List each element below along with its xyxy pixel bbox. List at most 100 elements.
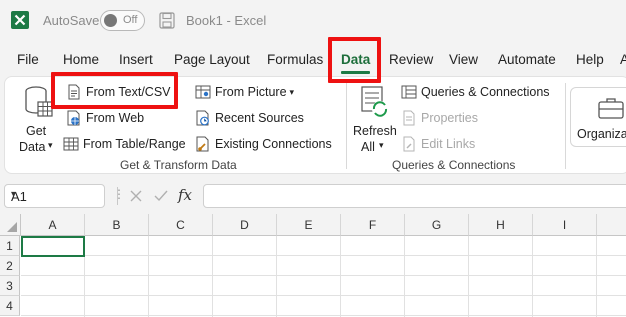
grid-row[interactable] <box>21 296 626 316</box>
formula-input[interactable] <box>203 184 626 208</box>
recent-sources-label: Recent Sources <box>215 111 304 125</box>
enter-icon[interactable] <box>154 189 168 203</box>
organization-data-type[interactable]: Organizat <box>570 87 626 147</box>
tab-automate[interactable]: Automate <box>498 52 556 67</box>
grid-line <box>404 236 405 317</box>
save-icon[interactable] <box>159 12 175 29</box>
grid-line <box>276 236 277 317</box>
row-header-1[interactable]: 1 <box>0 236 20 256</box>
active-cell[interactable] <box>21 236 85 257</box>
picture-icon <box>195 85 211 99</box>
column-header-e[interactable]: E <box>277 214 341 236</box>
refresh-all-button[interactable]: Refresh All ▾ <box>351 83 397 154</box>
existing-connections-label: Existing Connections <box>215 137 332 151</box>
formula-bar: A1 ▾ ⋮ fx <box>0 182 626 210</box>
get-data-label-2: Data <box>19 140 46 154</box>
formula-separator <box>117 187 118 205</box>
select-all-corner[interactable] <box>0 214 21 236</box>
from-table-range-label: From Table/Range <box>83 137 186 151</box>
tab-help[interactable]: Help <box>576 52 604 67</box>
highlight-data-tab <box>328 37 381 83</box>
chevron-down-icon: ▾ <box>379 140 384 150</box>
grid-row[interactable] <box>21 256 626 276</box>
properties-icon <box>403 110 415 126</box>
grid-row[interactable] <box>21 276 626 296</box>
tab-page-layout[interactable]: Page Layout <box>174 52 250 67</box>
document-title: Book1 - Excel <box>186 13 267 28</box>
web-page-icon <box>67 110 80 126</box>
chevron-down-icon: ▾ <box>289 86 295 97</box>
row-header-3[interactable]: 3 <box>0 276 20 296</box>
worksheet-grid: A B C D E F G H I 1 2 3 4 <box>0 214 626 317</box>
properties-label: Properties <box>421 111 478 125</box>
title-bar: AutoSave Off Book1 - Excel <box>0 0 626 42</box>
column-header-b[interactable]: B <box>85 214 149 236</box>
grid-line <box>532 236 533 317</box>
column-header-f[interactable]: F <box>341 214 405 236</box>
queries-group-label: Queries & Connections <box>392 158 516 172</box>
recent-sources-button[interactable]: Recent Sources <box>195 110 304 126</box>
column-header-d[interactable]: D <box>213 214 277 236</box>
group-separator <box>565 83 566 169</box>
queries-connections-label: Queries & Connections <box>421 85 550 99</box>
grid-line <box>468 236 469 317</box>
excel-logo-icon <box>11 11 29 29</box>
select-all-icon <box>7 222 17 232</box>
get-data-label: Get <box>26 124 47 138</box>
tab-home[interactable]: Home <box>63 52 99 67</box>
tab-view[interactable]: View <box>449 52 478 67</box>
autosave-toggle[interactable]: Off <box>100 10 145 31</box>
tab-formulas[interactable]: Formulas <box>267 52 323 67</box>
from-web-label: From Web <box>86 111 145 125</box>
tab-review[interactable]: Review <box>389 52 433 67</box>
database-icon <box>25 86 53 117</box>
row-header-2[interactable]: 2 <box>0 256 20 276</box>
chevron-down-icon: ▾ <box>11 189 17 200</box>
name-box[interactable]: A1 ▾ <box>4 184 105 208</box>
group-separator <box>346 83 347 169</box>
column-header-i[interactable]: I <box>533 214 597 236</box>
grid-line <box>340 236 341 317</box>
column-header-next[interactable] <box>597 214 626 236</box>
column-header-h[interactable]: H <box>469 214 533 236</box>
recent-sources-icon <box>196 110 209 126</box>
existing-connections-icon <box>196 136 209 152</box>
refresh-all-label-2: All <box>361 140 375 154</box>
refresh-icon <box>361 86 388 117</box>
from-picture-label: From Picture <box>215 85 287 99</box>
edit-links-icon <box>403 136 415 152</box>
column-header-g[interactable]: G <box>405 214 469 236</box>
tab-overflow[interactable]: A <box>620 52 626 67</box>
get-transform-group-label: Get & Transform Data <box>120 158 237 172</box>
drag-handle-icon[interactable]: ⋮ <box>113 187 125 201</box>
highlight-from-text-csv <box>51 72 178 109</box>
insert-function-icon[interactable]: fx <box>178 186 192 204</box>
from-picture-button[interactable]: From Picture ▾ <box>195 84 294 100</box>
properties-button[interactable]: Properties <box>401 110 478 126</box>
autosave-state: Off <box>123 14 138 26</box>
briefcase-icon <box>598 98 624 119</box>
cancel-icon[interactable] <box>129 189 143 203</box>
edit-links-button[interactable]: Edit Links <box>401 136 475 152</box>
row-header-4[interactable]: 4 <box>0 296 20 316</box>
table-icon <box>63 137 79 151</box>
column-header-a[interactable]: A <box>21 214 85 236</box>
column-header-c[interactable]: C <box>149 214 213 236</box>
organization-label: Organizat <box>577 127 626 141</box>
queries-icon <box>401 85 417 99</box>
autosave-label: AutoSave <box>43 13 100 28</box>
edit-links-label: Edit Links <box>421 137 476 151</box>
chevron-down-icon: ▾ <box>48 140 53 150</box>
grid-row[interactable] <box>21 236 626 256</box>
tab-insert[interactable]: Insert <box>119 52 153 67</box>
from-web-button[interactable]: From Web <box>66 110 144 126</box>
refresh-all-label: Refresh <box>353 124 397 138</box>
grid-line <box>596 236 597 317</box>
tab-file[interactable]: File <box>17 52 39 67</box>
from-table-range-button[interactable]: From Table/Range <box>63 136 186 152</box>
toggle-knob <box>104 14 117 27</box>
grid-line <box>148 236 149 317</box>
grid-line <box>212 236 213 317</box>
queries-connections-button[interactable]: Queries & Connections <box>401 84 550 100</box>
existing-connections-button[interactable]: Existing Connections <box>195 136 332 152</box>
